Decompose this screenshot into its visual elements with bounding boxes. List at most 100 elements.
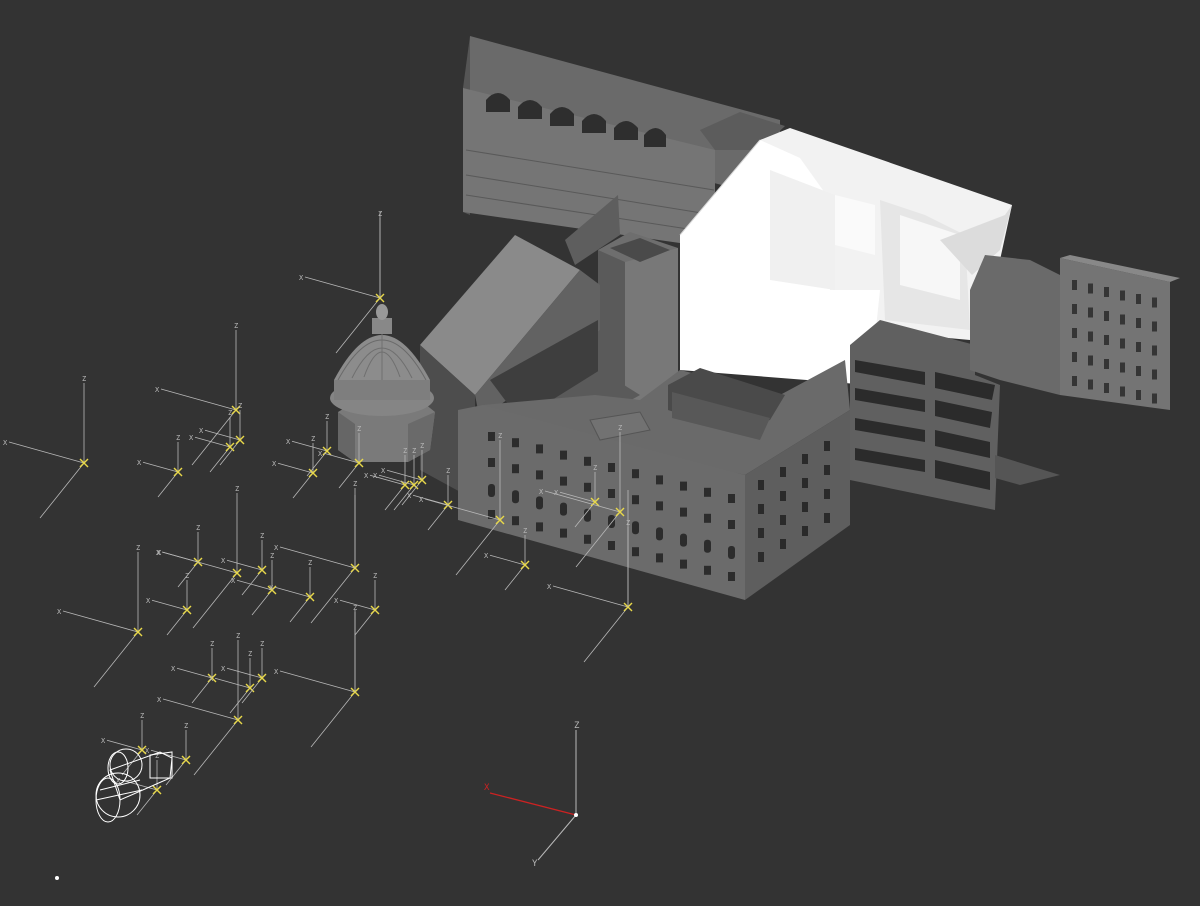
helper-gizmo[interactable]: ZX xyxy=(57,544,143,688)
building-window xyxy=(512,516,519,526)
gizmo-z-label: Z xyxy=(236,632,240,640)
gizmo-z-label: Z xyxy=(498,432,502,440)
building-window xyxy=(802,454,808,464)
gizmo-z-label: Z xyxy=(234,322,238,330)
gizmo-z-label: Z xyxy=(260,532,264,540)
building-window xyxy=(1088,307,1093,318)
gizmo-z-label: Z xyxy=(420,442,424,450)
building-window xyxy=(1072,328,1077,338)
gizmo-z-label: Z xyxy=(618,424,622,432)
building-window xyxy=(632,547,639,557)
gizmo-x-label: X xyxy=(272,460,277,468)
building-window xyxy=(728,546,735,559)
gizmo-x-label: X xyxy=(57,608,62,616)
building-window xyxy=(728,520,735,529)
building-window xyxy=(1152,345,1157,356)
gizmo-z-label: Z xyxy=(446,467,450,475)
gizmo-z-label: Z xyxy=(176,434,180,442)
gizmo-z-label: Z xyxy=(353,480,357,488)
building-window xyxy=(536,522,543,532)
helper-gizmo[interactable]: ZX xyxy=(272,435,318,499)
gizmo-x-label: X xyxy=(373,472,378,480)
gizmo-z-label: Z xyxy=(248,650,252,658)
helper-gizmo[interactable]: ZX xyxy=(171,640,217,704)
gizmo-x-label: X xyxy=(221,665,226,673)
gizmo-x-label: X xyxy=(157,696,162,704)
building-window xyxy=(680,533,687,547)
building-window xyxy=(824,441,830,451)
helper-gizmo[interactable]: ZX xyxy=(137,434,183,498)
helper-gizmo[interactable]: ZX xyxy=(274,604,360,748)
helper-gizmo[interactable]: ZX xyxy=(157,524,203,588)
helper-gizmo[interactable]: ZX xyxy=(299,210,385,354)
building-window xyxy=(758,552,764,562)
gizmo-x-label: X xyxy=(3,439,8,447)
helper-gizmo[interactable]: ZX xyxy=(3,375,89,519)
building-window xyxy=(758,528,764,538)
building-window xyxy=(1088,331,1093,342)
building-window xyxy=(1072,304,1077,314)
building-window xyxy=(1136,366,1141,376)
helper-gizmo[interactable]: ZX xyxy=(156,485,242,629)
building-window xyxy=(632,495,639,505)
building-window xyxy=(1088,379,1093,390)
right-facade-building[interactable] xyxy=(970,255,1180,410)
gizmo-z-label: Z xyxy=(357,425,361,433)
dome-model[interactable] xyxy=(330,304,435,462)
helper-gizmo[interactable]: ZX xyxy=(221,640,267,704)
building-window xyxy=(1120,386,1125,397)
world-origin-axis: Z X Y xyxy=(484,721,580,869)
gizmo-x-label: X xyxy=(364,472,369,480)
gizmo-z-label: Z xyxy=(308,559,312,567)
gizmo-x-label: X xyxy=(137,459,142,467)
building-window xyxy=(824,465,830,475)
building-window xyxy=(1072,376,1077,386)
gizmo-z-label: Z xyxy=(184,722,188,730)
viewport-canvas[interactable]: ZXZXZXZXZXZXZXZXZXZXZXZXZXZXZXZXZXZXZXZX… xyxy=(0,0,1200,902)
gizmo-x-label: X xyxy=(171,665,176,673)
helper-gizmo[interactable]: ZX xyxy=(157,632,243,776)
building-window xyxy=(1104,287,1109,297)
building-window xyxy=(560,476,567,486)
gizmo-x-label: X xyxy=(274,544,279,552)
building-window xyxy=(704,513,711,523)
building-window xyxy=(536,470,543,480)
building-window xyxy=(488,458,495,467)
building-window xyxy=(488,432,495,441)
building-window xyxy=(1120,362,1125,373)
building-window xyxy=(656,553,663,563)
building-window xyxy=(608,489,615,498)
helper-gizmo[interactable]: ZX xyxy=(146,572,192,636)
helper-gizmo[interactable]: ZX xyxy=(145,722,191,786)
gizmo-x-label: X xyxy=(221,557,226,565)
building-window xyxy=(704,565,711,575)
building-window xyxy=(656,501,663,511)
building-window xyxy=(1136,390,1141,400)
helper-gizmo[interactable]: ZX xyxy=(269,559,315,623)
helper-gizmo[interactable]: ZX xyxy=(286,413,332,477)
building-window xyxy=(728,572,735,581)
gizmo-x-label: X xyxy=(334,597,339,605)
building-window xyxy=(680,559,687,569)
gizmo-x-label: X xyxy=(199,427,204,435)
building-window xyxy=(728,494,735,503)
helper-gizmo[interactable]: ZX xyxy=(221,532,267,596)
building-window xyxy=(824,513,830,523)
gizmo-z-label: Z xyxy=(412,447,416,455)
gizmo-z-label: Z xyxy=(235,485,239,493)
gizmo-z-label: Z xyxy=(238,402,242,410)
gizmo-z-label: Z xyxy=(593,464,597,472)
building-window xyxy=(1088,283,1093,294)
3d-viewport[interactable]: ZXZXZXZXZXZXZXZXZXZXZXZXZXZXZXZXZXZXZXZX… xyxy=(0,0,1200,902)
gizmo-x-label: X xyxy=(419,496,424,504)
gizmo-z-label: Z xyxy=(196,524,200,532)
gizmo-z-label: Z xyxy=(228,409,232,417)
building-window xyxy=(1104,383,1109,393)
gizmo-x-label: X xyxy=(274,668,279,676)
building-window xyxy=(802,526,808,536)
gizmo-z-label: Z xyxy=(270,552,274,560)
gizmo-x-label: X xyxy=(155,386,160,394)
building-window xyxy=(802,502,808,512)
helper-gizmo[interactable]: ZX xyxy=(116,752,162,816)
building-window xyxy=(584,534,591,544)
